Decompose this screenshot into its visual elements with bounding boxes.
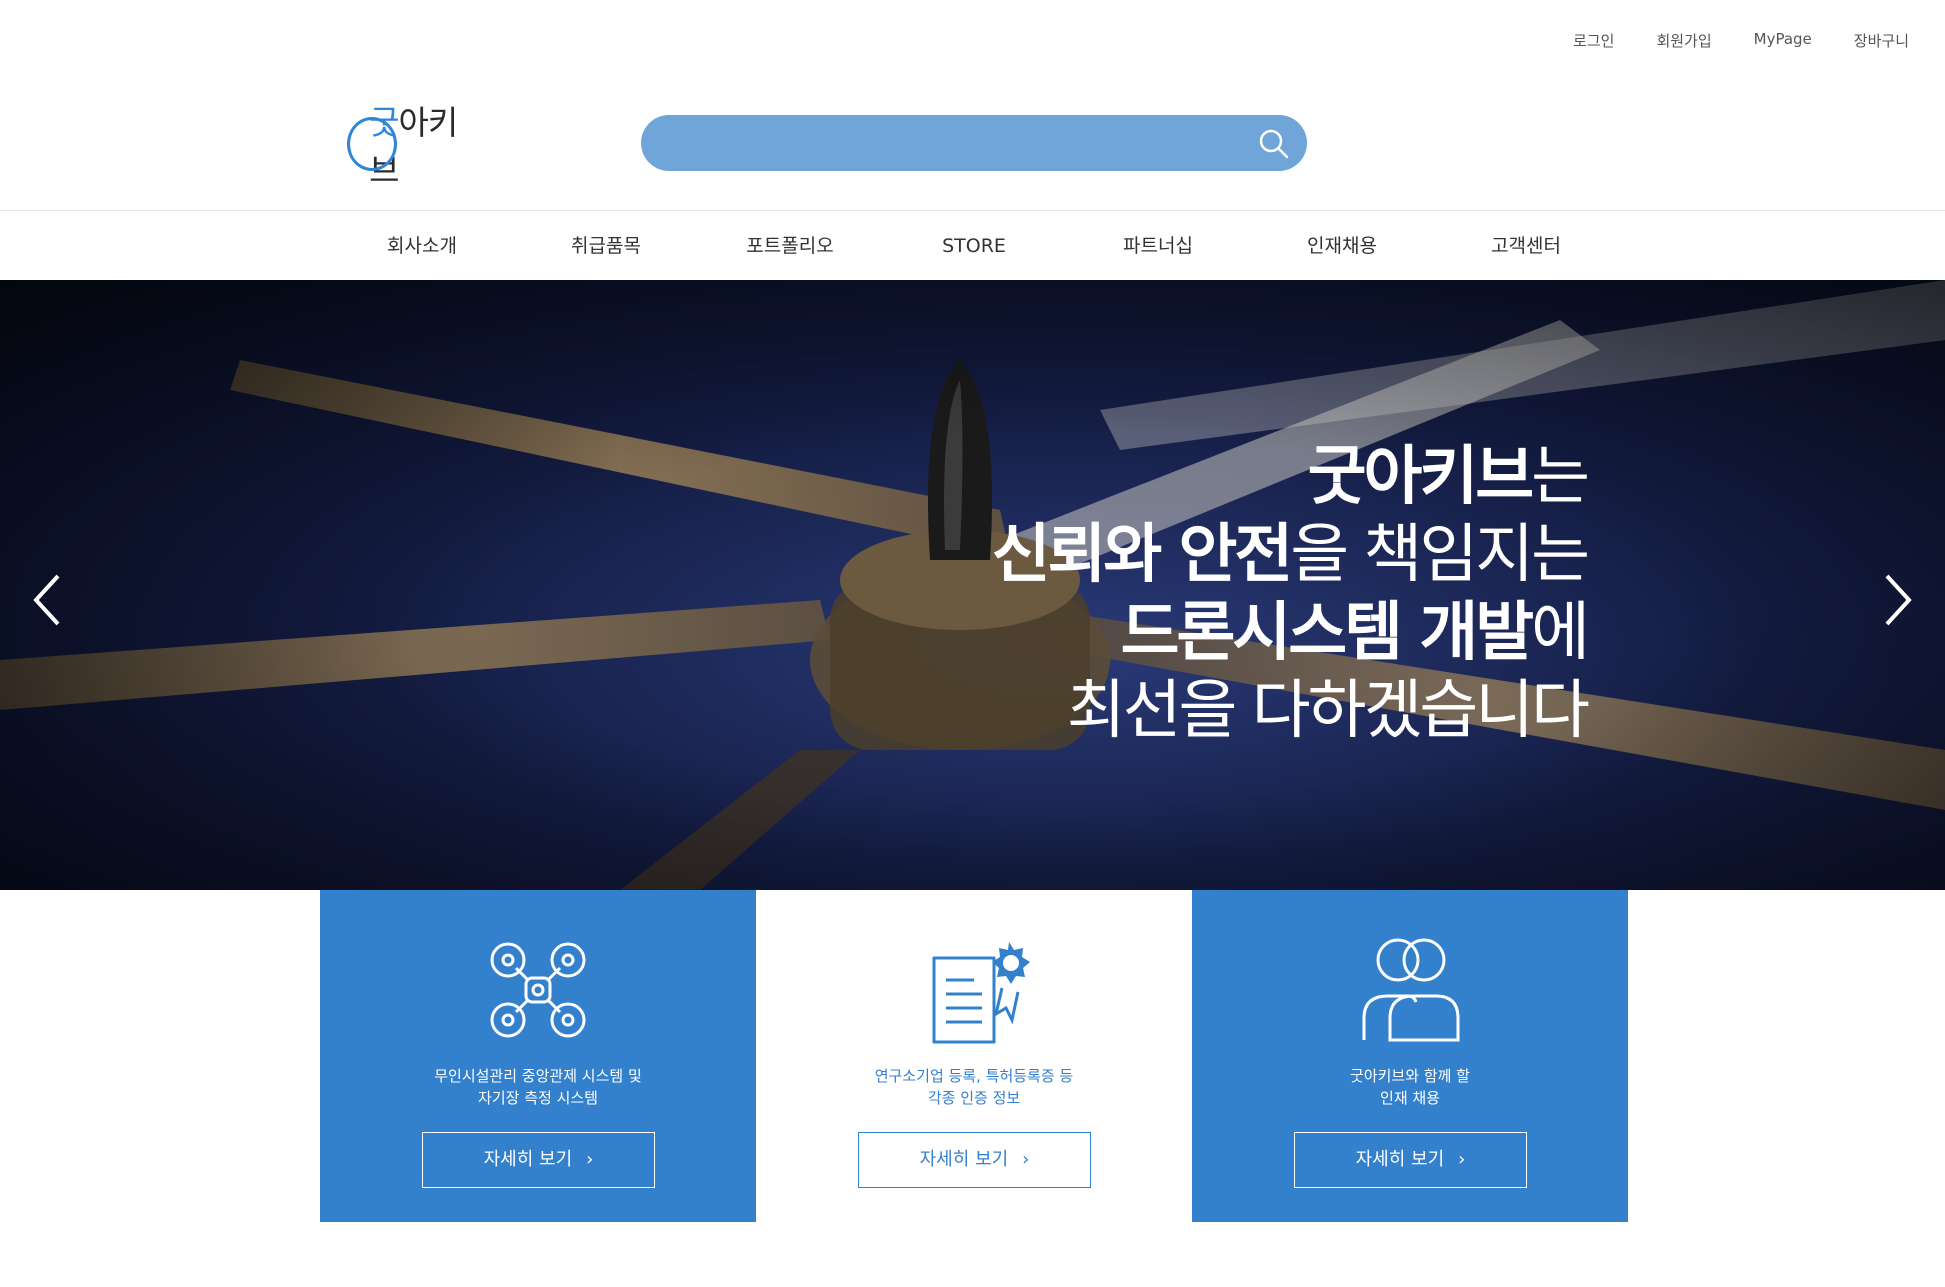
search-bar [641,115,1307,171]
people-icon [1362,938,1460,1042]
card-description: 연구소기업 등록, 특허등록증 등 각종 인증 정보 [874,1067,1074,1107]
hero-banner: 굿아키브는 신뢰와 안전을 책임지는 드론시스템 개발에 최선을 다하겠습니다 [0,280,1945,890]
card-drone-system: 무인시설관리 중앙관제 시스템 및 자기장 측정 시스템 자세히 보기 › [320,890,756,1222]
card-recruitment: 굿아키브와 함께 할 인재 채용 자세히 보기 › [1192,890,1628,1222]
mypage-link[interactable]: MyPage [1754,30,1812,51]
card-more-button[interactable]: 자세히 보기 › [858,1132,1091,1188]
nav-item-portfolio[interactable]: 포트폴리오 [698,211,882,281]
chevron-right-icon: › [586,1149,594,1170]
card-more-button[interactable]: 자세히 보기 › [422,1132,655,1188]
slider-next-arrow-icon[interactable] [1877,570,1917,630]
nav-item-support[interactable]: 고객센터 [1434,211,1618,281]
drone-photo-background [0,280,1945,890]
nav-item-careers[interactable]: 인재채용 [1250,211,1434,281]
login-link[interactable]: 로그인 [1573,30,1614,51]
drone-icon [490,942,586,1038]
site-logo[interactable]: 굿아키브 [347,103,477,190]
main-nav: 회사소개 취급품목 포트폴리오 STORE 파트너십 인재채용 고객센터 [330,211,1618,281]
certificate-icon [932,942,1030,1044]
nav-item-store[interactable]: STORE [882,211,1066,281]
card-more-button[interactable]: 자세히 보기 › [1294,1132,1527,1188]
main-nav-bar: 회사소개 취급품목 포트폴리오 STORE 파트너십 인재채용 고객센터 [0,210,1945,280]
utility-links: 로그인 회원가입 MyPage 장바구니 [1573,30,1909,51]
nav-item-products[interactable]: 취급품목 [514,211,698,281]
cart-link[interactable]: 장바구니 [1854,30,1909,51]
card-certification: 연구소기업 등록, 특허등록증 등 각종 인증 정보 자세히 보기 › [756,890,1192,1222]
hero-headline: 굿아키브는 신뢰와 안전을 책임지는 드론시스템 개발에 최선을 다하겠습니다 [991,440,1590,748]
card-description: 굿아키브와 함께 할 인재 채용 [1350,1067,1470,1107]
search-input[interactable] [665,115,1225,171]
card-description: 무인시설관리 중앙관제 시스템 및 자기장 측정 시스템 [434,1067,642,1107]
slider-prev-arrow-icon[interactable] [28,570,68,630]
logo-circle-icon [347,117,398,171]
chevron-right-icon: › [1458,1149,1466,1170]
nav-item-partnership[interactable]: 파트너십 [1066,211,1250,281]
chevron-right-icon: › [1022,1149,1030,1170]
search-icon[interactable] [1257,127,1291,161]
signup-link[interactable]: 회원가입 [1656,30,1711,51]
nav-item-company[interactable]: 회사소개 [330,211,514,281]
